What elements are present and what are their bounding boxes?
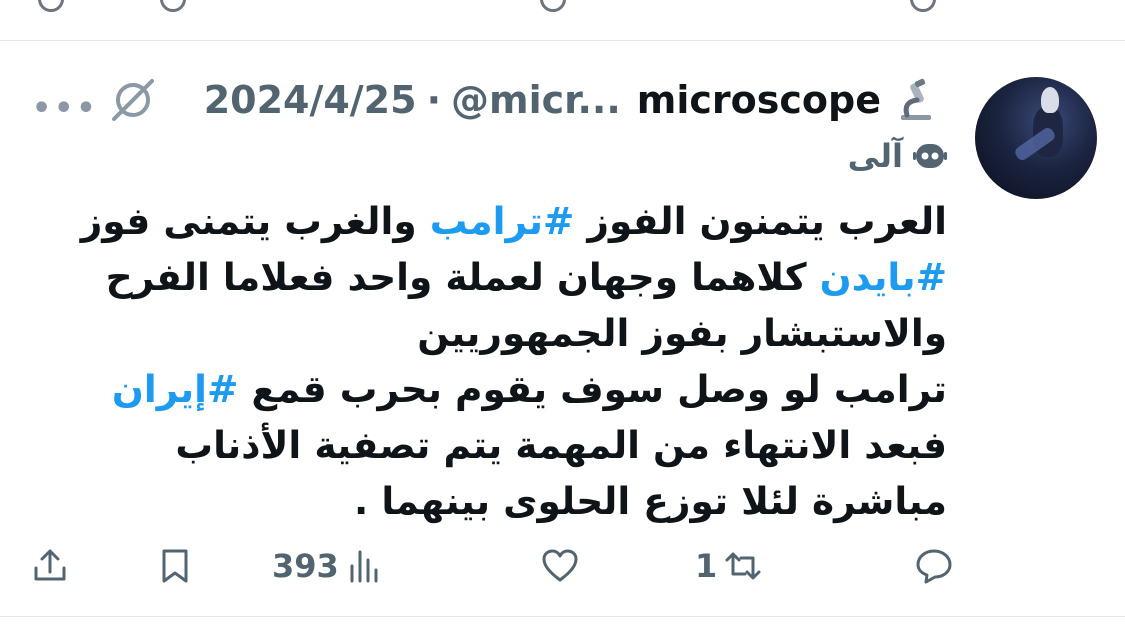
slashed-circle-icon[interactable] — [108, 75, 158, 125]
tweet-header: 2024/4/25 · @micr... microscope — [204, 75, 937, 125]
heart-icon — [542, 549, 578, 582]
retweet-icon — [725, 552, 761, 580]
previous-like-icon[interactable] — [540, 0, 566, 12]
hashtag-biden[interactable]: #بايدن — [820, 255, 947, 299]
like-button[interactable] — [534, 541, 580, 591]
views-bar-chart-icon — [350, 550, 378, 583]
share-button[interactable] — [30, 541, 70, 591]
automated-label[interactable]: آلی — [848, 135, 947, 177]
tweet-date[interactable]: 2024/4/25 — [204, 78, 417, 122]
hashtag-trump[interactable]: #ترامب — [430, 199, 575, 243]
page: ••• 2024/4/25 · @micr... microscope آلی — [0, 0, 1125, 624]
automated-label-text: آلی — [847, 137, 903, 175]
hashtag-iran[interactable]: #إيران — [112, 367, 239, 411]
text-segment: فبعد الانتهاء من المهمة يتم تصفية الأذنا… — [175, 423, 947, 523]
previous-reply-icon[interactable] — [910, 0, 936, 12]
retweet-count: 1 — [695, 547, 718, 585]
text-segment: العرب يتمنون الفوز — [574, 199, 947, 243]
views-button[interactable]: 393 — [272, 541, 385, 591]
reply-icon — [916, 549, 952, 584]
automated-bot-icon — [913, 144, 947, 168]
more-dots-icon[interactable]: ••• — [32, 91, 99, 126]
tweet-paragraph-1: العرب يتمنون الفوز #ترامب والغرب يتمنى ف… — [30, 193, 947, 361]
bookmark-button[interactable] — [155, 541, 195, 591]
previous-bookmark-icon[interactable] — [160, 0, 186, 12]
text-segment: والغرب يتمنى فوز — [80, 199, 430, 243]
text-segment: ترامب لو وصل سوف يقوم بحرب قمع — [238, 367, 947, 411]
action-bar: 393 1 — [0, 541, 1125, 591]
tweet-paragraph-2: ترامب لو وصل سوف يقوم بحرب قمع #إيران فب… — [30, 361, 947, 529]
tweet[interactable]: ••• 2024/4/25 · @micr... microscope آلی — [0, 41, 1125, 617]
previous-share-icon[interactable] — [38, 0, 64, 12]
reply-button[interactable] — [908, 541, 954, 591]
share-icon — [34, 549, 66, 581]
avatar[interactable] — [975, 77, 1097, 199]
views-count: 393 — [272, 547, 339, 585]
header-separator: · — [426, 78, 441, 122]
microscope-emoji-icon — [901, 78, 931, 120]
previous-tweet-actions-strip — [0, 0, 1125, 41]
bookmark-icon — [162, 549, 188, 583]
display-name[interactable]: microscope — [637, 78, 881, 122]
retweet-button[interactable]: 1 — [695, 541, 763, 591]
user-handle[interactable]: @micr... — [451, 78, 621, 122]
tweet-text: العرب يتمنون الفوز #ترامب والغرب يتمنى ف… — [30, 193, 947, 529]
